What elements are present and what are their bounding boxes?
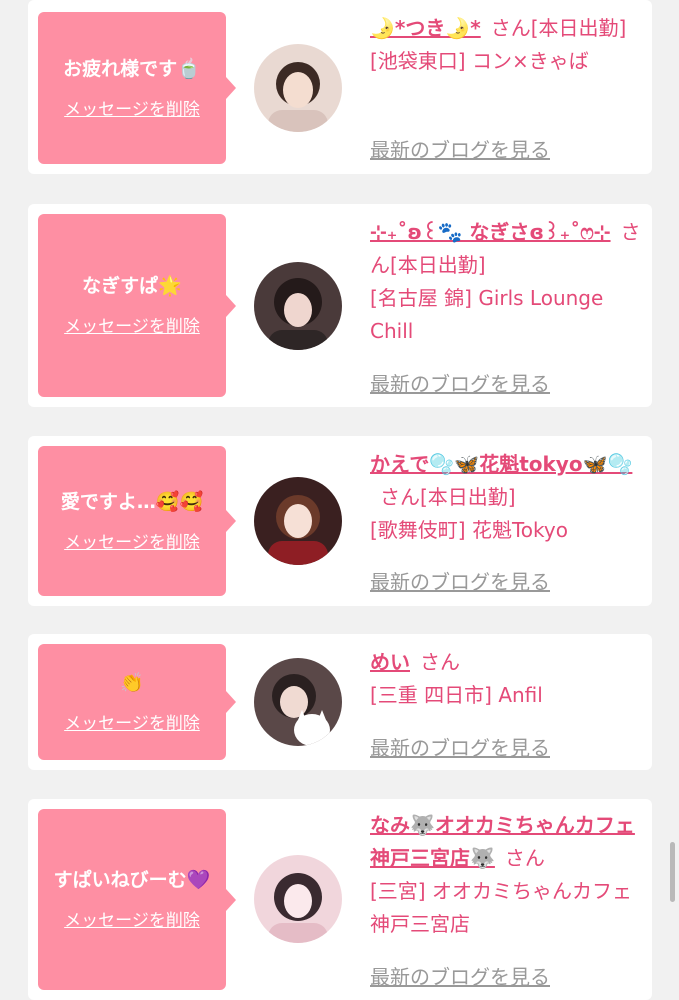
delete-message-link[interactable]: メッセージを削除 — [64, 709, 200, 734]
avatar[interactable] — [254, 477, 342, 565]
message-bubble: お疲れ様です🍵 メッセージを削除 — [38, 12, 236, 164]
honorific: さん — [420, 650, 460, 674]
honorific: さん — [504, 846, 545, 870]
message-text: なぎすぱ🌟 — [82, 275, 182, 297]
latest-blog-link[interactable]: 最新のブログを見る — [370, 566, 550, 595]
cast-info: 🌛*つき🌛* さん[本日出勤] [池袋東口] コン×きゃば — [370, 12, 646, 78]
cast-info: かえで🫧🦋花魁tokyo🦋🫧 さん[本日出勤] [歌舞伎町] 花魁Tokyo — [370, 448, 646, 547]
cast-name-link[interactable]: 🌛*つき🌛* — [370, 16, 481, 40]
latest-blog-link[interactable]: 最新のブログを見る — [370, 961, 550, 990]
honorific: さん — [490, 16, 531, 40]
shop-name: [歌舞伎町] 花魁Tokyo — [370, 518, 568, 542]
work-status: [本日出勤] — [530, 16, 627, 40]
message-text: 👏 — [120, 671, 144, 694]
delete-message-link[interactable]: メッセージを削除 — [64, 312, 200, 337]
cast-name-link[interactable]: なみ🐺オオカミちゃんカフェ神戸三宮店🐺 — [370, 813, 635, 870]
message-bubble: なぎすぱ🌟 メッセージを削除 — [38, 214, 236, 397]
cast-name-link[interactable]: ⊹₊˚ʚ︎꒰🐾 なぎさɞ꒱₊˚ෆ⊹ — [370, 220, 611, 244]
honorific: さん — [380, 485, 420, 509]
work-status: [本日出勤] — [390, 253, 486, 277]
message-text: すぱいねびーむ💜 — [53, 869, 211, 891]
shop-name: [三重 四日市] Anfil — [370, 683, 543, 707]
cast-info: なみ🐺オオカミちゃんカフェ神戸三宮店🐺 さん [三宮] オオカミちゃんカフェ神戸三… — [370, 809, 646, 941]
cast-info: ⊹₊˚ʚ︎꒰🐾 なぎさɞ꒱₊˚ෆ⊹ さん[本日出勤] [名古屋 錦] Girls … — [370, 216, 646, 348]
message-bubble: すぱいねびーむ💜 メッセージを削除 — [38, 809, 236, 990]
message-card: 👏 メッセージを削除 めい さん [三重 四日市] Anfil 最新のブログを見る — [28, 634, 652, 770]
delete-message-link[interactable]: メッセージを削除 — [64, 906, 200, 931]
scrollbar[interactable] — [670, 842, 675, 902]
message-card: 愛ですよ…🥰🥰 メッセージを削除 かえで🫧🦋花魁tokyo🦋🫧 さん[本日出勤] … — [28, 436, 652, 606]
shop-name: [名古屋 錦] Girls Lounge Chill — [370, 286, 604, 343]
avatar[interactable] — [254, 855, 342, 943]
latest-blog-link[interactable]: 最新のブログを見る — [370, 368, 550, 397]
shop-name: [池袋東口] コン×きゃば — [370, 49, 589, 73]
avatar[interactable] — [254, 44, 342, 132]
shop-name: [三宮] オオカミちゃんカフェ神戸三宮店 — [370, 879, 632, 936]
message-card: お疲れ様です🍵 メッセージを削除 🌛*つき🌛* さん[本日出勤] [池袋東口] コ… — [28, 0, 652, 174]
message-card: すぱいねびーむ💜 メッセージを削除 なみ🐺オオカミちゃんカフェ神戸三宮店🐺 さん … — [28, 799, 652, 1000]
cast-name-link[interactable]: めい — [370, 650, 410, 674]
latest-blog-link[interactable]: 最新のブログを見る — [370, 134, 550, 163]
message-text: お疲れ様です🍵 — [63, 57, 201, 80]
cast-info: めい さん [三重 四日市] Anfil — [370, 646, 646, 712]
delete-message-link[interactable]: メッセージを削除 — [64, 95, 200, 120]
message-card: なぎすぱ🌟 メッセージを削除 ⊹₊˚ʚ︎꒰🐾 なぎさɞ꒱₊˚ෆ⊹ さん[本日出勤]… — [28, 204, 652, 407]
cast-name-link[interactable]: かえで🫧🦋花魁tokyo🦋🫧 — [370, 452, 632, 476]
avatar[interactable] — [254, 658, 342, 746]
avatar[interactable] — [254, 262, 342, 350]
latest-blog-link[interactable]: 最新のブログを見る — [370, 732, 550, 761]
message-bubble: 👏 メッセージを削除 — [38, 644, 236, 760]
work-status: [本日出勤] — [420, 485, 516, 509]
message-text: 愛ですよ…🥰🥰 — [60, 490, 204, 513]
delete-message-link[interactable]: メッセージを削除 — [64, 528, 200, 553]
message-bubble: 愛ですよ…🥰🥰 メッセージを削除 — [38, 446, 236, 596]
